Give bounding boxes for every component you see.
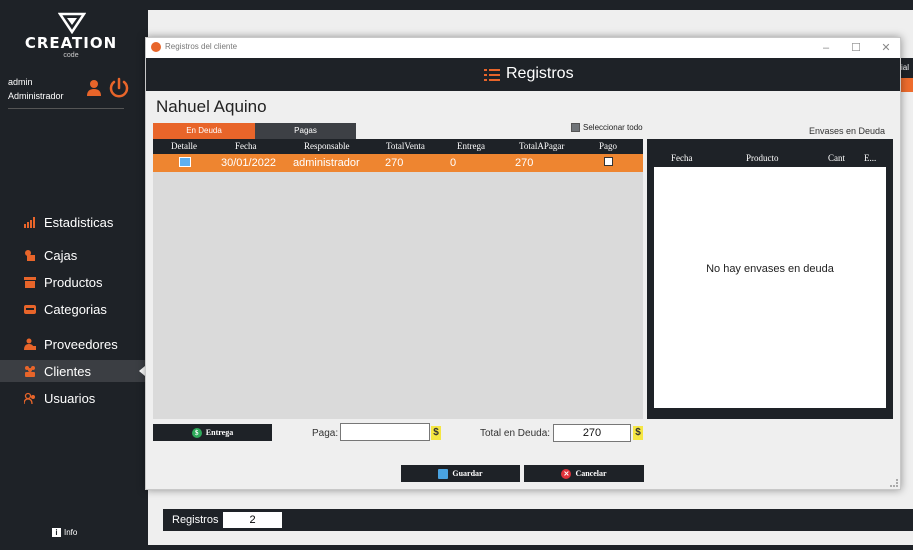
total-deuda-field[interactable]: 270 — [553, 424, 631, 442]
column-header: Pago — [599, 141, 617, 151]
entrega-button-label: Entrega — [205, 428, 234, 437]
close-icon[interactable]: ✕ — [878, 40, 894, 56]
sidebar-item-usuarios[interactable]: Usuarios — [0, 387, 145, 409]
info-icon: i — [52, 528, 61, 537]
debt-records-table: Detalle Fecha Responsable TotalVenta Ent… — [153, 139, 643, 419]
sidebar-item-label: Cajas — [44, 247, 78, 263]
user-divider — [8, 108, 124, 109]
cancelar-button[interactable]: ✕ Cancelar — [524, 465, 644, 482]
sidebar-item-label: Estadisticas — [44, 214, 114, 230]
cash-icon — [25, 250, 35, 261]
column-header: E... — [864, 153, 877, 163]
guardar-button[interactable]: Guardar — [401, 465, 520, 482]
column-header: Entrega — [457, 141, 485, 151]
envases-header: Fecha Producto Cant E... — [647, 153, 893, 167]
column-header: Responsable — [304, 141, 350, 151]
pago-checkbox[interactable] — [604, 157, 613, 166]
clients-icon — [25, 366, 35, 377]
checkbox-icon — [571, 123, 580, 132]
records-count-value: 2 — [223, 512, 282, 528]
app-icon — [151, 42, 161, 52]
sidebar: CREATION code admin Administrador Estadi… — [0, 0, 145, 550]
select-all-label: Seleccionar todo — [583, 123, 643, 132]
client-records-dialog: Registros del cliente – ☐ ✕ Registros Na… — [145, 37, 901, 490]
column-header: Producto — [746, 153, 779, 163]
table-header: Detalle Fecha Responsable TotalVenta Ent… — [153, 139, 643, 154]
users-icon — [24, 392, 35, 404]
cell-fecha: 30/01/2022 — [221, 157, 277, 169]
minimize-icon[interactable]: – — [818, 40, 834, 56]
sidebar-item-label: Proveedores — [44, 336, 118, 352]
paga-label: Paga: — [312, 428, 339, 439]
list-icon — [484, 69, 500, 81]
sidebar-item-estadisticas[interactable]: Estadisticas — [0, 211, 145, 233]
sidebar-item-categorias[interactable]: Categorias — [0, 298, 145, 320]
box-icon — [24, 277, 36, 288]
sidebar-item-clientes[interactable]: Clientes — [0, 360, 145, 382]
user-icon[interactable] — [86, 79, 102, 97]
entrega-button[interactable]: $ Entrega — [153, 424, 272, 441]
paga-input[interactable] — [340, 423, 430, 441]
sidebar-item-cajas[interactable]: Cajas — [0, 244, 145, 266]
info-label: Info — [64, 528, 78, 537]
dialog-header: Registros — [146, 58, 900, 91]
dialog-window-title: Registros del cliente — [165, 42, 238, 51]
stats-icon — [24, 217, 35, 228]
user-role: Administrador — [8, 91, 64, 101]
cell-total-venta: 270 — [385, 157, 404, 169]
envases-empty-message: No hay envases en deuda — [706, 263, 834, 275]
records-count-label: Registros — [172, 514, 219, 526]
column-header: Fecha — [235, 141, 257, 151]
logo-mark-icon — [58, 12, 86, 34]
tab-pagas[interactable]: Pagas — [255, 123, 356, 139]
tab-en-deuda[interactable]: En Deuda — [153, 123, 255, 139]
cell-responsable: administrador — [293, 157, 360, 169]
sidebar-item-proveedores[interactable]: Proveedores — [0, 333, 145, 355]
brand-logo: CREATION code — [16, 12, 126, 64]
currency-icon: $ — [431, 426, 441, 440]
guardar-button-label: Guardar — [452, 469, 483, 478]
save-icon — [438, 468, 449, 479]
user-name: admin — [8, 77, 33, 87]
client-name: Nahuel Aquino — [156, 97, 267, 116]
sidebar-item-label: Productos — [44, 274, 103, 290]
cell-total-a-pagar: 270 — [515, 157, 534, 169]
currency-icon: $ — [633, 426, 643, 440]
dialog-header-title: Registros — [506, 65, 574, 82]
dialog-titlebar[interactable]: Registros del cliente – ☐ ✕ — [146, 38, 900, 58]
select-all-checkbox[interactable]: Seleccionar todo — [571, 123, 643, 132]
sidebar-item-label: Categorias — [44, 301, 107, 317]
cancel-icon: ✕ — [561, 468, 572, 479]
column-header: Fecha — [671, 153, 693, 163]
envases-title: Envases en Deuda — [809, 126, 886, 136]
column-header: Cant — [828, 153, 845, 163]
brand-title: CREATION — [24, 34, 118, 52]
column-header: TotalAPagar — [519, 141, 565, 151]
info-link[interactable]: i Info — [52, 528, 77, 537]
detail-icon[interactable] — [179, 157, 191, 167]
column-header: Detalle — [171, 141, 197, 151]
sidebar-item-label: Clientes — [44, 363, 91, 379]
power-icon[interactable] — [108, 77, 130, 99]
sidebar-item-label: Usuarios — [44, 390, 96, 406]
sidebar-item-productos[interactable]: Productos — [0, 271, 145, 293]
total-deuda-label: Total en Deuda: — [480, 428, 551, 439]
screen: cial Registros 2 CREATION code admin Adm… — [0, 0, 913, 550]
column-header: TotalVenta — [386, 141, 425, 151]
maximize-icon[interactable]: ☐ — [848, 40, 864, 56]
envases-panel: Fecha Producto Cant E... No hay envases … — [647, 139, 893, 419]
tag-icon — [24, 305, 36, 314]
table-row[interactable]: 30/01/2022 administrador 270 0 270 — [153, 154, 643, 172]
cell-entrega: 0 — [450, 157, 457, 169]
background-footer: Registros 2 — [163, 509, 913, 531]
brand-subtitle: code — [63, 52, 79, 59]
supplier-icon — [24, 338, 36, 350]
cancelar-button-label: Cancelar — [575, 469, 607, 478]
resize-grip[interactable] — [890, 479, 898, 487]
dollar-icon: $ — [191, 427, 202, 438]
envases-list: No hay envases en deuda — [654, 167, 886, 408]
